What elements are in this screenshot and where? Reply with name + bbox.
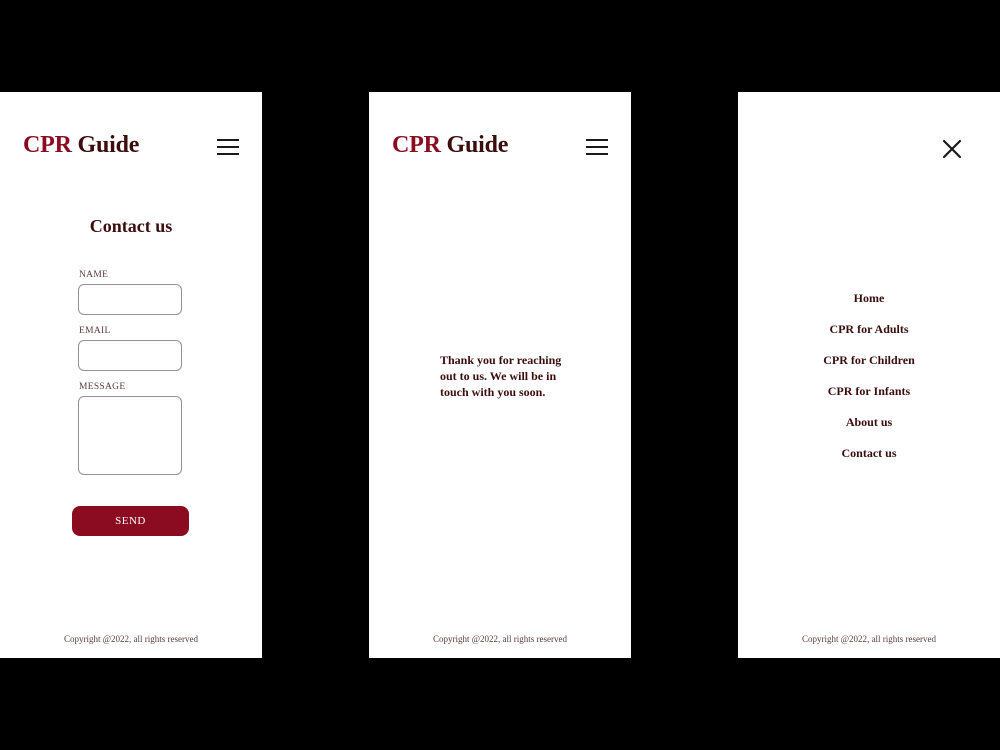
logo-rest: Guide — [71, 132, 140, 158]
contact-screen: CPR Guide Contact us NAME EMAIL MESSAGE … — [0, 92, 262, 658]
nav-item-cpr-children[interactable]: CPR for Children — [738, 351, 1000, 382]
page-title: Contact us — [89, 216, 173, 236]
hamburger-menu-icon[interactable] — [586, 139, 608, 155]
thank-you-screen: CPR Guide Thank you for reaching out to … — [369, 92, 631, 658]
copyright-footer: Copyright @2022, all rights reserved — [801, 634, 936, 644]
nav-item-about-us[interactable]: About us — [738, 413, 1000, 444]
nav-item-cpr-adults[interactable]: CPR for Adults — [738, 320, 1000, 351]
nav-item-home[interactable]: Home — [738, 289, 1000, 320]
close-icon[interactable] — [941, 138, 963, 160]
email-label: EMAIL — [79, 326, 111, 336]
name-field[interactable] — [78, 284, 182, 315]
copyright-footer: Copyright @2022, all rights reserved — [63, 634, 198, 644]
copyright-footer: Copyright @2022, all rights reserved — [432, 634, 567, 644]
name-label: NAME — [79, 270, 109, 280]
thank-you-message: Thank you for reaching out to us. We wil… — [440, 353, 562, 399]
logo-rest: Guide — [440, 132, 509, 158]
message-label: MESSAGE — [79, 382, 126, 392]
send-button[interactable]: SEND — [72, 506, 189, 536]
menu-screen: Home CPR for Adults CPR for Children CPR… — [738, 92, 1000, 658]
logo-brand: CPR — [23, 132, 72, 158]
logo-brand: CPR — [392, 132, 441, 158]
logo[interactable]: CPR Guide — [392, 132, 508, 159]
hamburger-menu-icon[interactable] — [217, 139, 239, 155]
message-field[interactable] — [78, 396, 182, 475]
nav-item-cpr-infants[interactable]: CPR for Infants — [738, 382, 1000, 413]
email-field[interactable] — [78, 340, 182, 371]
nav-menu: Home CPR for Adults CPR for Children CPR… — [738, 289, 1000, 475]
logo[interactable]: CPR Guide — [23, 132, 139, 159]
nav-item-contact-us[interactable]: Contact us — [738, 444, 1000, 475]
